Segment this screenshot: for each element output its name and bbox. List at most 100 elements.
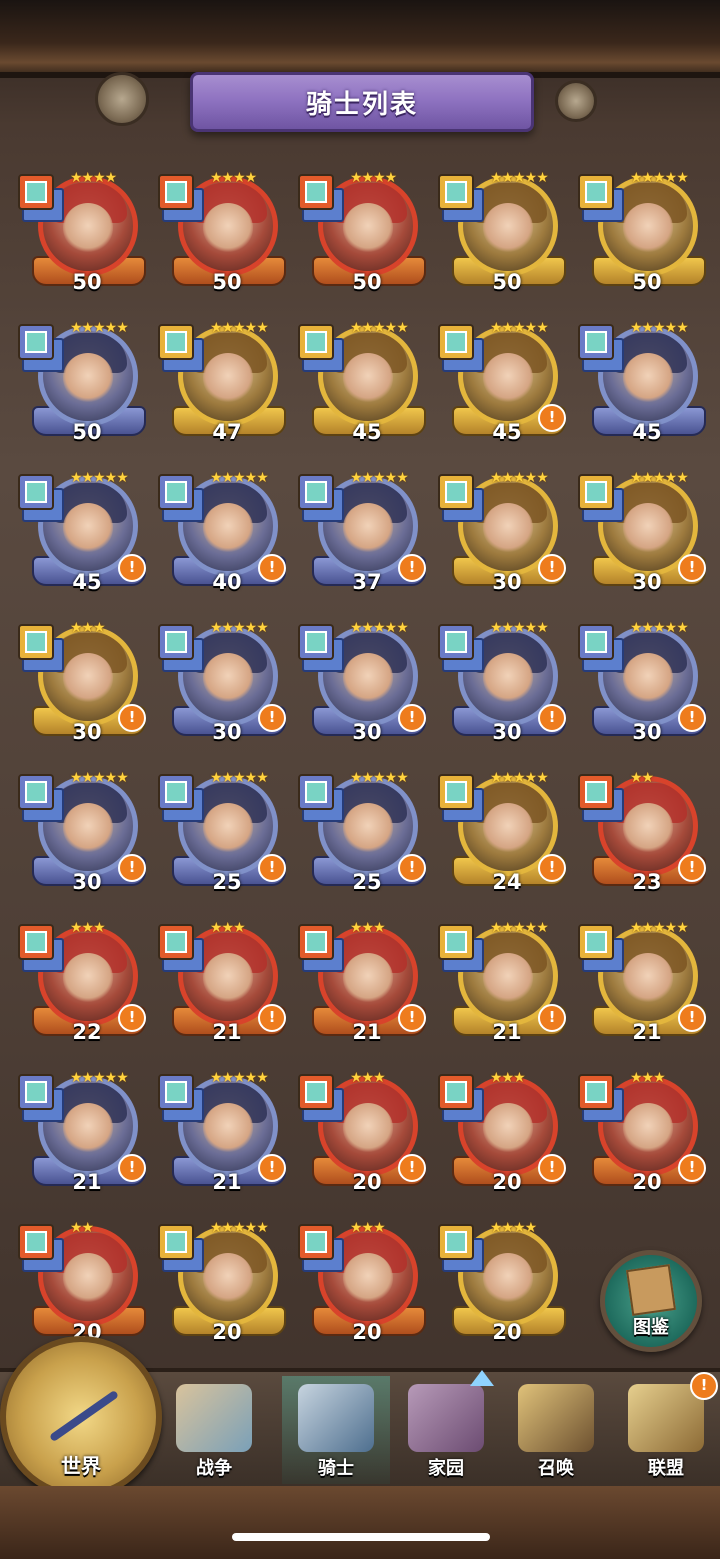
codex-button[interactable]: 图鉴 <box>600 1250 702 1352</box>
knight-card[interactable]: ★★★ 20! <box>578 1070 706 1198</box>
alliance-alert-badge: ! <box>690 1372 718 1400</box>
star-rating: ★★★★★ <box>210 1220 269 1236</box>
knight-card[interactable]: ★★★ 22! <box>18 920 146 1048</box>
knight-card[interactable]: ★★★★★ 47 <box>158 320 286 448</box>
star-rating: ★★★ <box>350 1220 386 1236</box>
knight-card[interactable]: ★★★★★ 50 <box>18 320 146 448</box>
knight-card[interactable]: ★★★★ 20 <box>438 1220 566 1348</box>
knight-card[interactable]: ★★★ 20 <box>298 1220 426 1348</box>
knight-card[interactable]: ★★★★★ 30! <box>438 470 566 598</box>
knight-card[interactable]: ★★★★★ 40! <box>158 470 286 598</box>
knight-card[interactable]: ★★★★★ 30! <box>578 470 706 598</box>
class-icon <box>298 174 334 210</box>
star-rating: ★★★★★ <box>630 920 689 936</box>
star-rating: ★★★★ <box>350 170 397 186</box>
train-icon <box>518 1384 594 1452</box>
knight-card[interactable]: ★★★★★ 30! <box>578 620 706 748</box>
portrait-face <box>483 203 533 253</box>
upgrade-alert-badge: ! <box>398 554 426 582</box>
class-glyph <box>305 781 327 803</box>
class-glyph <box>25 181 47 203</box>
knight-card[interactable]: ★★★ 21! <box>158 920 286 1048</box>
knight-card[interactable]: ★★★ 20! <box>438 1070 566 1198</box>
class-icon <box>18 924 54 960</box>
class-icon <box>18 324 54 360</box>
class-glyph <box>165 181 187 203</box>
class-icon <box>438 324 474 360</box>
class-glyph <box>305 1081 327 1103</box>
class-glyph <box>25 481 47 503</box>
knight-card[interactable]: ★★★★★ 25! <box>298 770 426 898</box>
nav-war[interactable]: 战争 <box>160 1376 268 1484</box>
knight-card[interactable]: ★★★ 20! <box>298 1070 426 1198</box>
class-icon <box>158 1224 194 1260</box>
class-icon <box>298 324 334 360</box>
knight-level: 45 <box>632 420 662 444</box>
portrait-face <box>63 353 113 403</box>
knight-card[interactable]: ★★★★★ 37! <box>298 470 426 598</box>
knight-level: 20 <box>632 1170 662 1194</box>
knight-card[interactable]: ★★★★★ 45 <box>578 320 706 448</box>
star-rating: ★★★ <box>70 620 106 636</box>
class-glyph <box>445 1231 467 1253</box>
knight-card[interactable]: ★★★★★ 30! <box>18 770 146 898</box>
knight-card[interactable]: ★★★★★ 45! <box>18 470 146 598</box>
compass-icon <box>48 1389 120 1443</box>
nav-summon[interactable]: 召唤 <box>502 1376 610 1484</box>
knight-card[interactable]: ★★ 20 <box>18 1220 146 1348</box>
class-glyph <box>25 1081 47 1103</box>
world-button[interactable]: 世界 <box>0 1336 162 1498</box>
class-icon <box>298 1074 334 1110</box>
knight-card[interactable]: ★★★★★ 25! <box>158 770 286 898</box>
knight-card[interactable]: ★★★★★ 45! <box>438 320 566 448</box>
class-glyph <box>25 781 47 803</box>
home-indicator[interactable] <box>232 1533 490 1541</box>
knight-card[interactable]: ★★★★★ 50 <box>578 170 706 298</box>
star-rating: ★★★★★ <box>210 620 269 636</box>
portrait-face <box>623 503 673 553</box>
title-banner: 骑士列表 <box>190 72 534 132</box>
star-rating: ★★★★★ <box>490 620 549 636</box>
knight-card[interactable]: ★★★★★ 21! <box>18 1070 146 1198</box>
class-icon <box>438 624 474 660</box>
knight-card[interactable]: ★★★★★ 30! <box>438 620 566 748</box>
knight-card[interactable]: ★★★★★ 21! <box>438 920 566 1048</box>
class-glyph <box>165 1081 187 1103</box>
knight-card[interactable]: ★★★ 30! <box>18 620 146 748</box>
knight-card[interactable]: ★★★★★ 30! <box>298 620 426 748</box>
portrait-face <box>63 653 113 703</box>
knight-card[interactable]: ★★★★★ 20 <box>158 1220 286 1348</box>
knight-card[interactable]: ★★ 23! <box>578 770 706 898</box>
upgrade-alert-badge: ! <box>678 704 706 732</box>
upgrade-alert-badge: ! <box>118 1004 146 1032</box>
portrait-face <box>483 503 533 553</box>
knight-card[interactable]: ★★★★★ 24! <box>438 770 566 898</box>
upgrade-alert-badge: ! <box>538 554 566 582</box>
portrait-face <box>623 953 673 1003</box>
class-icon <box>18 474 54 510</box>
portrait-face <box>203 653 253 703</box>
knight-card[interactable]: ★★★★★ 45 <box>298 320 426 448</box>
nav-knights[interactable]: 骑士 <box>282 1376 390 1484</box>
knight-card[interactable]: ★★★ 21! <box>298 920 426 1048</box>
knight-card[interactable]: ★★★★★ 21! <box>158 1070 286 1198</box>
knight-card[interactable]: ★★★★★ 21! <box>578 920 706 1048</box>
class-glyph <box>585 481 607 503</box>
class-glyph <box>305 331 327 353</box>
upgrade-alert-badge: ! <box>398 1004 426 1032</box>
knight-card[interactable]: ★★★★ 50 <box>298 170 426 298</box>
class-icon <box>578 774 614 810</box>
class-icon <box>438 1224 474 1260</box>
upgrade-alert-badge: ! <box>118 554 146 582</box>
knight-card[interactable]: ★★★★ 50 <box>158 170 286 298</box>
nav-knights-label: 骑士 <box>318 1458 354 1479</box>
knight-card[interactable]: ★★★★★ 50 <box>438 170 566 298</box>
knight-card[interactable]: ★★★★ 50 <box>18 170 146 298</box>
portrait-face <box>483 953 533 1003</box>
knight-card[interactable]: ★★★★★ 30! <box>158 620 286 748</box>
nav-home[interactable]: 家园 <box>392 1376 500 1484</box>
class-glyph <box>305 181 327 203</box>
class-icon <box>18 624 54 660</box>
knight-level: 50 <box>492 270 522 294</box>
upgrade-alert-badge: ! <box>678 854 706 882</box>
